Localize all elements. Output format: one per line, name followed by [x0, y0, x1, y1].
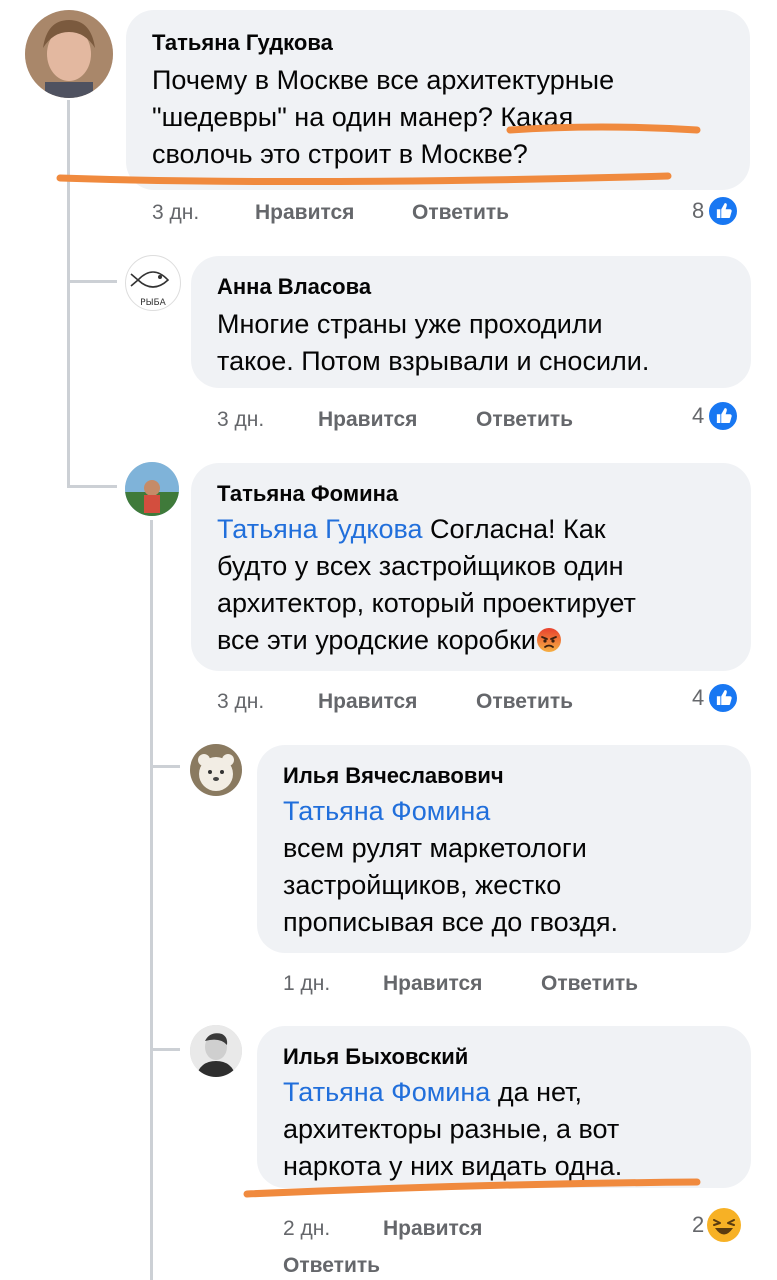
thread-branch-4: [150, 1048, 180, 1051]
comment-timestamp[interactable]: 3 дн.: [217, 408, 264, 432]
reply-button[interactable]: Ответить: [412, 201, 509, 225]
comment-timestamp[interactable]: 3 дн.: [152, 201, 199, 225]
avatar[interactable]: РЫБА: [125, 255, 181, 311]
comment-text: Татьяна Гудкова Согласна! Как будто у вс…: [217, 511, 636, 659]
haha-icon: [707, 1208, 742, 1242]
angry-face-emoji: [537, 628, 562, 652]
thread-branch-3: [150, 765, 180, 768]
reaction-count-value: 2: [692, 1212, 705, 1237]
mention-link[interactable]: Татьяна Гудкова: [217, 514, 423, 544]
comment-text-line: будто у всех застройщиков один: [217, 551, 624, 581]
comment-author[interactable]: Татьяна Фомина: [217, 481, 398, 507]
comment-timestamp[interactable]: 3 дн.: [217, 690, 264, 714]
comment-text-line: архитекторы разные, а вот: [283, 1114, 620, 1144]
comment-text-line: Согласна! Как: [422, 514, 606, 544]
comment-text-line: застройщиков, жестко: [283, 870, 562, 900]
profile-photo-icon: [190, 1025, 242, 1077]
reaction-count[interactable]: 8: [692, 195, 740, 227]
like-button[interactable]: Нравится: [255, 201, 354, 225]
comment-text-line: Многие страны уже проходили: [217, 309, 603, 339]
thread-branch-2: [67, 485, 117, 488]
mention-link[interactable]: Татьяна Фомина: [283, 1077, 490, 1107]
comment-text-line: да нет,: [490, 1077, 582, 1107]
reply-button[interactable]: Ответить: [283, 1254, 380, 1278]
like-icon: [707, 195, 740, 227]
comment-author[interactable]: Илья Вячеславович: [283, 763, 504, 789]
profile-photo-icon: [25, 10, 113, 98]
avatar[interactable]: [25, 10, 113, 98]
like-button[interactable]: Нравится: [318, 690, 417, 714]
comment-bubble: Татьяна Фомина Татьяна Гудкова Согласна!…: [191, 463, 751, 671]
comment-timestamp[interactable]: 2 дн.: [283, 1217, 330, 1241]
comment-text: Татьяна Фомина да нет, архитекторы разны…: [283, 1074, 622, 1185]
reaction-count[interactable]: 4: [692, 400, 740, 432]
like-icon: [707, 682, 740, 714]
comment-text-line: "шедевры" на один манер? Какая: [152, 102, 574, 132]
thread-line-main: [67, 100, 70, 485]
svg-text:РЫБА: РЫБА: [140, 298, 167, 308]
comment-author[interactable]: Татьяна Гудкова: [152, 30, 333, 56]
comment-text: Многие страны уже проходили такое. Потом…: [217, 306, 649, 380]
reaction-count-value: 4: [692, 403, 705, 428]
avatar[interactable]: [125, 462, 179, 516]
like-button[interactable]: Нравится: [318, 408, 417, 432]
mention-link[interactable]: Татьяна Фомина: [283, 796, 490, 826]
comment-bubble: Илья Вячеславович Татьяна Фомина всем ру…: [257, 745, 751, 953]
comment-text-line: наркота у них видать одна.: [283, 1151, 623, 1181]
comment-text-line: всем рулят маркетологи: [283, 833, 587, 863]
reaction-count-value: 4: [692, 685, 705, 710]
comment-text-line: такое. Потом взрывали и сносили.: [217, 346, 650, 376]
comment-text-line: все эти уродские коробки: [217, 625, 537, 655]
reaction-count[interactable]: 4: [692, 682, 740, 714]
reply-button[interactable]: Ответить: [476, 408, 573, 432]
thread-branch-1: [67, 280, 117, 283]
comment-text-line: сволочь это строит в Москве?: [152, 139, 528, 169]
comment-text: Татьяна Фомина всем рулят маркетологи за…: [283, 793, 618, 941]
comment-bubble: Татьяна Гудкова Почему в Москве все архи…: [126, 10, 750, 190]
comment-text-line: прописывая все до гвоздя.: [283, 907, 619, 937]
profile-photo-icon: [190, 744, 242, 796]
like-button[interactable]: Нравится: [383, 1217, 482, 1241]
comment-timestamp[interactable]: 1 дн.: [283, 972, 330, 996]
comment-author[interactable]: Анна Власова: [217, 274, 371, 300]
avatar[interactable]: [190, 1025, 242, 1077]
comment-bubble: Илья Быховский Татьяна Фомина да нет, ар…: [257, 1026, 751, 1188]
avatar[interactable]: [190, 744, 242, 796]
comment-text-line: архитектор, который проектирует: [217, 588, 636, 618]
like-icon: [707, 400, 740, 432]
profile-photo-icon: [125, 462, 179, 516]
comment-text: Почему в Москве все архитектурные "шедев…: [152, 62, 614, 173]
comment-author[interactable]: Илья Быховский: [283, 1044, 468, 1070]
comment-bubble: Анна Власова Многие страны уже проходили…: [191, 256, 751, 388]
reply-button[interactable]: Ответить: [476, 690, 573, 714]
reply-button[interactable]: Ответить: [541, 972, 638, 996]
like-button[interactable]: Нравится: [383, 972, 482, 996]
thread-line-nested: [150, 520, 153, 1280]
reaction-count-value: 8: [692, 198, 705, 223]
fish-drawing-icon: РЫБА: [130, 271, 170, 308]
comment-text-line: Почему в Москве все архитектурные: [152, 65, 615, 95]
reaction-count[interactable]: 2: [692, 1208, 742, 1242]
